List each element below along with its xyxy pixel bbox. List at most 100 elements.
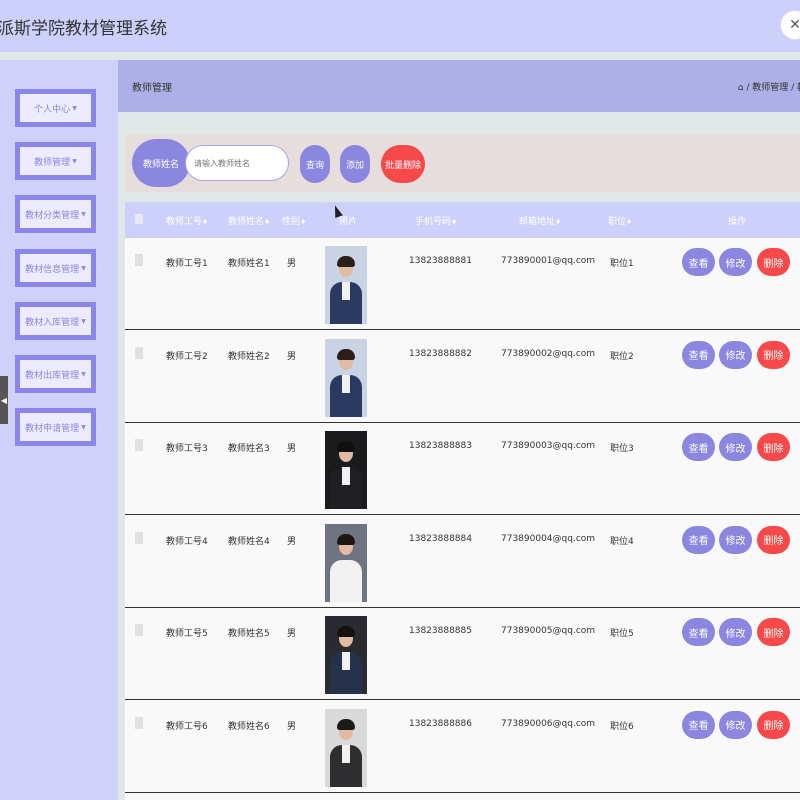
table-row[interactable]: 教师工号6 教师姓名6 男 13823888886 773890006@qq.com 职位… (125, 700, 800, 793)
column-header-teacher-name[interactable]: 教师姓名♦ (228, 214, 270, 227)
sidebar-item-personal-center[interactable]: 个人中心 ▼ (15, 89, 96, 127)
caret-down-icon: ▼ (81, 370, 86, 378)
position-cell: 职位5 (610, 629, 634, 639)
column-header-phone[interactable]: 手机号码♦ (415, 214, 457, 227)
table-row[interactable]: 教师工号1 教师姓名1 男 13823888881 773890001@qq.com 职位… (125, 238, 800, 330)
position-cell: 职位6 (610, 721, 634, 732)
email-cell: 773890005@qq.com (501, 626, 596, 636)
teacher-id-cell: 教师工号4 (166, 536, 208, 547)
caret-down-icon: ▼ (81, 317, 86, 325)
delete-button[interactable]: 删除 (757, 525, 790, 554)
sort-icon: ♦ (626, 218, 633, 226)
edit-button[interactable]: 修改 (719, 248, 752, 276)
sort-icon: ♦ (555, 218, 562, 226)
select-all-checkbox[interactable] (135, 214, 143, 224)
position-cell: 职位4 (610, 536, 634, 547)
table-row[interactable]: 教师工号3 教师姓名3 男 13823888883 773890003@qq.com 职位… (125, 423, 800, 515)
delete-button[interactable]: 删除 (757, 340, 790, 369)
column-header-position[interactable]: 职位♦ (608, 214, 632, 227)
sidebar-item-label: 个人中心 (34, 104, 71, 115)
row-checkbox[interactable] (135, 716, 143, 729)
teacher-name-cell: 教师姓名2 (228, 351, 270, 362)
sidebar-item-teacher-management[interactable]: 教师管理 ▼ (15, 142, 96, 180)
teacher-name-cell: 教师姓名5 (228, 629, 270, 639)
teacher-id-cell: 教师工号1 (166, 259, 208, 269)
view-button[interactable]: 查看 (682, 248, 715, 276)
gender-cell: 男 (287, 536, 297, 547)
sort-icon: ♦ (264, 218, 271, 226)
edit-button[interactable]: 修改 (719, 433, 752, 461)
sidebar-item-textbook-info-management[interactable]: 教材信息管理 ▼ (15, 249, 96, 287)
edit-button[interactable]: 修改 (719, 710, 752, 739)
close-icon[interactable]: ✕ (780, 10, 800, 40)
column-header-photo: 照片 (339, 217, 358, 227)
sidebar-item-label: 教材入库管理 (25, 317, 80, 328)
teacher-photo (325, 338, 367, 417)
caret-down-icon: ▼ (72, 104, 77, 112)
column-header-email[interactable]: 邮箱地址♦ (519, 214, 561, 227)
teacher-photo (325, 616, 367, 694)
teacher-id-cell: 教师工号3 (166, 444, 208, 454)
position-cell: 职位3 (610, 444, 634, 454)
edit-button[interactable]: 修改 (719, 340, 752, 369)
delete-button[interactable]: 删除 (757, 710, 790, 739)
edit-button[interactable]: 修改 (719, 525, 752, 554)
gender-cell: 男 (287, 629, 297, 639)
email-cell: 773890003@qq.com (501, 441, 596, 451)
view-button[interactable]: 查看 (682, 525, 715, 554)
sidebar: 个人中心 ▼ 教师管理 ▼ 教材分类管理 ▼ 教材信息管理 ▼ 教材入库管理 ▼ 教材出库… (0, 60, 118, 800)
view-button[interactable]: 查看 (682, 433, 715, 461)
table-row[interactable]: 教师工号4 教师姓名4 男 13823888884 773890004@qq.com 职位… (125, 515, 800, 608)
sidebar-item-label: 教师管理 (34, 157, 71, 168)
delete-button[interactable]: 删除 (757, 618, 790, 646)
email-cell: 773890001@qq.com (501, 256, 596, 266)
view-button[interactable]: 查看 (682, 710, 715, 739)
breadcrumb[interactable]: ⌂ / 教师管理 / 教 (738, 80, 800, 93)
row-checkbox[interactable] (135, 346, 143, 359)
delete-button[interactable]: 删除 (757, 248, 790, 276)
edit-button[interactable]: 修改 (719, 618, 752, 646)
column-header-teacher-id[interactable]: 教师工号♦ (166, 214, 208, 227)
sidebar-item-category-management[interactable]: 教材分类管理 ▼ (15, 195, 96, 233)
column-header-actions: 操作 (728, 217, 747, 227)
row-checkbox[interactable] (135, 624, 143, 636)
caret-down-icon: ▼ (81, 423, 86, 431)
header-divider (0, 52, 800, 60)
email-cell: 773890002@qq.com (501, 348, 596, 359)
caret-down-icon: ▼ (72, 157, 77, 165)
add-button[interactable]: 添加 (340, 145, 370, 183)
phone-cell: 13823888882 (409, 348, 472, 359)
row-checkbox[interactable] (135, 254, 143, 266)
caret-down-icon: ▼ (81, 264, 86, 272)
search-bar: 教师姓名 查询 添加 批量删除 (125, 134, 800, 192)
sidebar-item-stock-in-management[interactable]: 教材入库管理 ▼ (15, 302, 96, 340)
gender-cell: 男 (287, 721, 297, 732)
position-cell: 职位2 (610, 351, 634, 362)
batch-delete-button[interactable]: 批量删除 (381, 145, 425, 183)
view-button[interactable]: 查看 (682, 618, 715, 646)
phone-cell: 13823888883 (409, 441, 472, 451)
phone-cell: 13823888884 (409, 533, 472, 544)
query-button[interactable]: 查询 (300, 145, 330, 183)
row-checkbox[interactable] (135, 531, 143, 544)
column-header-gender[interactable]: 性别♦ (282, 214, 306, 227)
sort-icon: ♦ (300, 218, 307, 226)
teacher-id-cell: 教师工号2 (166, 351, 208, 362)
top-header: 派斯学院教材管理系统 ✕ (0, 0, 800, 52)
position-cell: 职位1 (610, 259, 634, 269)
table-header: 教师工号♦ 教师姓名♦ 性别♦ 照片 手机号码♦ 邮箱地址♦ 职位♦ 操作 (125, 202, 800, 238)
delete-button[interactable]: 删除 (757, 433, 790, 461)
row-checkbox[interactable] (135, 439, 143, 451)
view-button[interactable]: 查看 (682, 340, 715, 369)
sidebar-collapse-icon[interactable]: ◀ (0, 376, 8, 424)
table-row[interactable]: 教师工号5 教师姓名5 男 13823888885 773890005@qq.com 职位… (125, 608, 800, 700)
teacher-photo (325, 246, 367, 324)
app-title: 派斯学院教材管理系统 (0, 18, 167, 39)
email-cell: 773890006@qq.com (501, 718, 596, 729)
teacher-photo (325, 708, 367, 787)
teacher-name-search-input[interactable] (185, 145, 289, 181)
table-row[interactable]: 教师工号2 教师姓名2 男 13823888882 773890002@qq.com 职位… (125, 330, 800, 423)
sidebar-item-application-management[interactable]: 教材申请管理 ▼ (15, 408, 96, 446)
sidebar-item-stock-out-management[interactable]: 教材出库管理 ▼ (15, 355, 96, 393)
sidebar-item-label: 教材信息管理 (25, 264, 80, 275)
